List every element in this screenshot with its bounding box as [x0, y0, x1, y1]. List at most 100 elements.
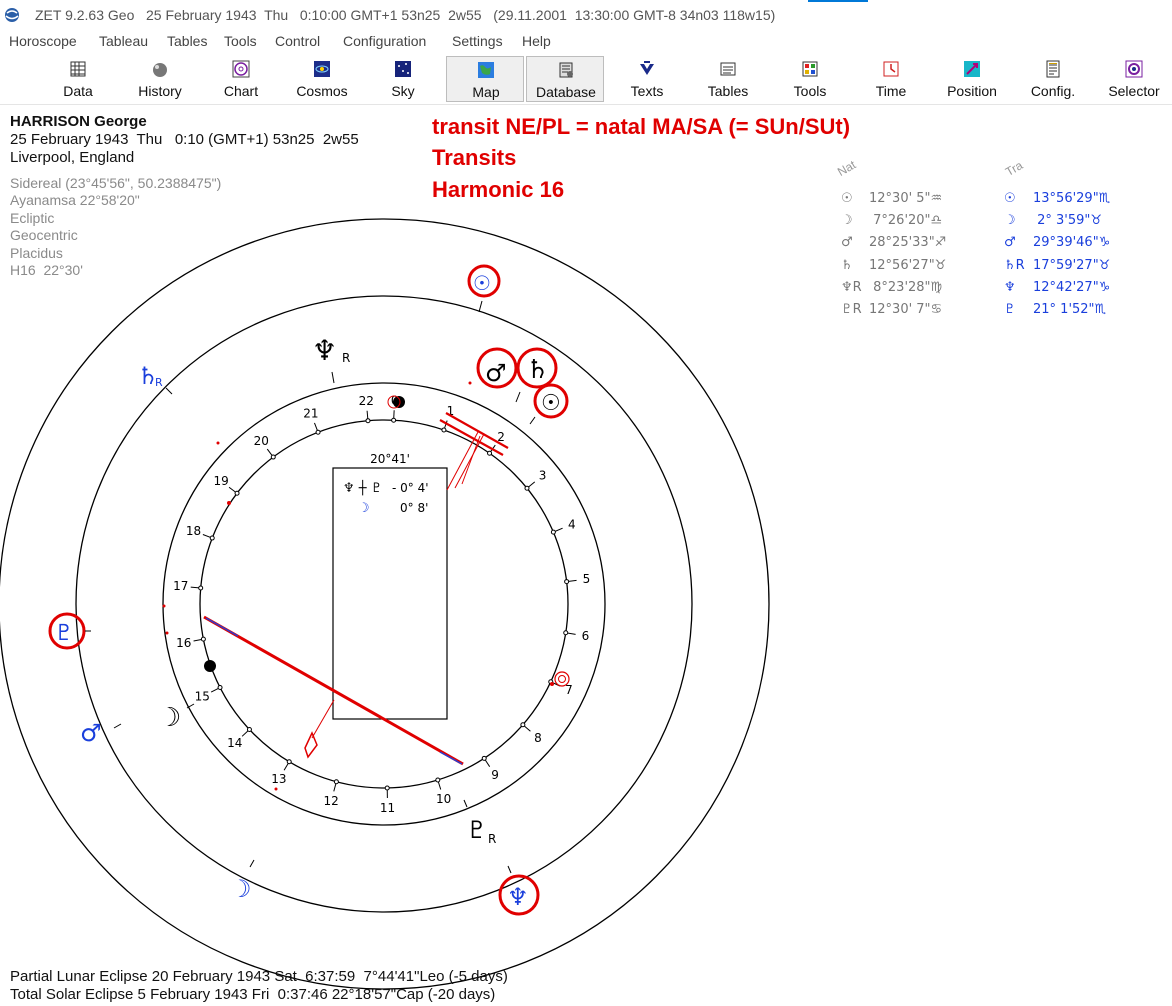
dial-number-13: 13 — [271, 772, 286, 786]
nat-glyph-moon: ☽ — [841, 213, 853, 228]
box-row2-value: 0° 8' — [400, 501, 428, 515]
tick-transit-mars — [113, 723, 122, 729]
eclipse-solar: Total Solar Eclipse 5 February 1943 Fri … — [10, 986, 496, 1003]
dial-dot-3 — [524, 485, 530, 491]
nat-pos-pluto: 12°30' 7"♋ — [869, 302, 943, 317]
natal-pluto-retro: R — [488, 832, 496, 846]
transit-mars-glyph: ♂ — [80, 719, 102, 747]
pointer-diamond-line — [311, 699, 335, 739]
headline-midpoint: transit NE/PL = natal MA/SA (= SUn/SUt) — [432, 114, 851, 139]
dial-dot-1 — [441, 427, 447, 433]
red-dot-1 — [550, 682, 554, 686]
transit-saturn-retro: R — [155, 376, 163, 389]
dial-number-8: 8 — [534, 731, 542, 745]
dial-dot-8 — [520, 722, 526, 728]
dial-number-12: 12 — [324, 794, 339, 808]
dial-dot-17 — [198, 585, 204, 591]
tra-pos-moon: 2° 3'59"♉ — [1033, 213, 1103, 228]
dial-number-19: 19 — [213, 474, 228, 488]
pointer-bar-1 — [439, 419, 504, 456]
tick-natal-neptune — [331, 371, 335, 384]
natal-marker-top — [393, 396, 405, 408]
dial-dot-5 — [564, 579, 570, 585]
dial-dot-6 — [563, 630, 569, 636]
nat-glyph-neptune: ♆R — [841, 280, 862, 295]
dial-number-14: 14 — [227, 736, 242, 750]
natal-sun-glyph: ☉ — [541, 391, 561, 416]
dial-dot-11 — [384, 785, 390, 791]
dial-number-16: 16 — [176, 636, 191, 650]
nat-glyph-saturn: ♄ — [841, 258, 853, 273]
dial-dot-22 — [365, 418, 371, 424]
dial-dot-4 — [550, 529, 556, 535]
nat-pos-saturn: 12°56'27"♉ — [869, 258, 947, 273]
pointer-line-b — [454, 433, 485, 489]
dial-number-21: 21 — [303, 407, 318, 421]
tick-transit-saturn — [165, 387, 173, 395]
tra-glyph-mars: ♂ — [1004, 235, 1016, 250]
headline-harmonic: Harmonic 16 — [432, 177, 565, 202]
tra-glyph-neptune: ♆ — [1004, 280, 1016, 295]
dial-dot-13 — [286, 759, 292, 765]
dial-number-22: 22 — [359, 394, 374, 408]
dial-number-11: 11 — [380, 801, 395, 815]
dial-dot-12 — [333, 779, 339, 785]
aspect-info-box[interactable]: 20°41' ♆ ┼ ♇ - 0° 4' ☽ 0° 8' — [332, 452, 448, 720]
natal-saturn-glyph: ♄ — [526, 355, 549, 385]
transit-planets[interactable]: ☉ ♄ R ♇ ♂ ☽ ♆ — [54, 271, 529, 911]
tra-pos-mars: 29°39'46"♑ — [1033, 235, 1111, 250]
eclipse-lunar: Partial Lunar Eclipse 20 February 1943 S… — [10, 968, 508, 985]
dial-number-18: 18 — [186, 524, 201, 538]
tra-pos-pluto: 21° 1'52"♏ — [1033, 302, 1107, 317]
pointer-diamond — [304, 731, 318, 759]
headline-transits: Transits — [432, 145, 517, 170]
setting-harmonic: H16 22°30' — [10, 262, 83, 278]
tick-transit-sun — [478, 300, 483, 313]
transit-pluto-glyph: ♇ — [54, 621, 74, 646]
tick-transit-moon — [249, 859, 255, 868]
person-birth-data: 25 February 1943 Thu 0:10 (GMT+1) 53n25 … — [10, 131, 359, 148]
axis-end-right — [439, 751, 463, 765]
harmonic-dial-chart[interactable]: 012345678910111213141516171819202122 20°… — [0, 0, 1172, 1006]
dial-dot-15 — [217, 685, 223, 691]
axis-end-left — [205, 617, 239, 637]
dial-number-4: 4 — [568, 517, 576, 531]
red-dot-4 — [162, 604, 166, 608]
tick-transit-neptune — [507, 865, 512, 874]
red-dot-3 — [216, 441, 220, 445]
dial-number-3: 3 — [539, 469, 547, 483]
tick-natal-pluto — [463, 799, 468, 808]
natal-neptune-retro: R — [342, 351, 350, 365]
red-dot-7 — [468, 381, 472, 385]
info-box-frame — [332, 467, 448, 720]
dial-dot-18 — [209, 535, 215, 541]
dial-dot-19 — [234, 490, 240, 496]
person-name: HARRISON George — [10, 113, 147, 130]
spiral-marker-inner — [558, 675, 566, 683]
dial-dot-20 — [270, 454, 276, 460]
natal-moon-glyph: ☽ — [158, 703, 181, 733]
natal-neptune-glyph: ♆ — [312, 334, 337, 367]
natal-pluto-glyph: ♇ — [466, 816, 488, 844]
box-row2-glyph: ☽ — [358, 501, 370, 516]
nat-pos-sun: 12°30' 5"♒ — [869, 191, 943, 206]
dial-dot-14 — [246, 726, 252, 732]
tra-pos-sun: 13°56'29"♏ — [1033, 191, 1111, 206]
dial-number-17: 17 — [173, 579, 188, 593]
setting-ecliptic: Ecliptic — [10, 210, 55, 226]
dial-number-15: 15 — [195, 690, 210, 704]
tra-glyph-pluto: ♇ — [1004, 302, 1016, 317]
tra-pos-saturn: 17°59'27"♉ — [1033, 258, 1111, 273]
tra-glyph-saturn: ♄R — [1004, 258, 1025, 273]
dial-number-6: 6 — [582, 629, 590, 643]
transit-sun-glyph: ☉ — [473, 271, 491, 295]
red-dot-5 — [165, 631, 169, 635]
box-row1-glyphs: ♆ ┼ ♇ — [343, 479, 382, 496]
setting-placidus: Placidus — [10, 245, 63, 261]
red-dot-6 — [274, 787, 278, 791]
nat-pos-moon: 7°26'20"♎ — [869, 213, 943, 228]
setting-sidereal: Sidereal (23°45'56", 50.2388475") — [10, 175, 222, 191]
dial-dot-10 — [435, 777, 441, 783]
tra-glyph-sun: ☉ — [1004, 191, 1016, 206]
tra-pos-neptune: 12°42'27"♑ — [1033, 280, 1111, 295]
